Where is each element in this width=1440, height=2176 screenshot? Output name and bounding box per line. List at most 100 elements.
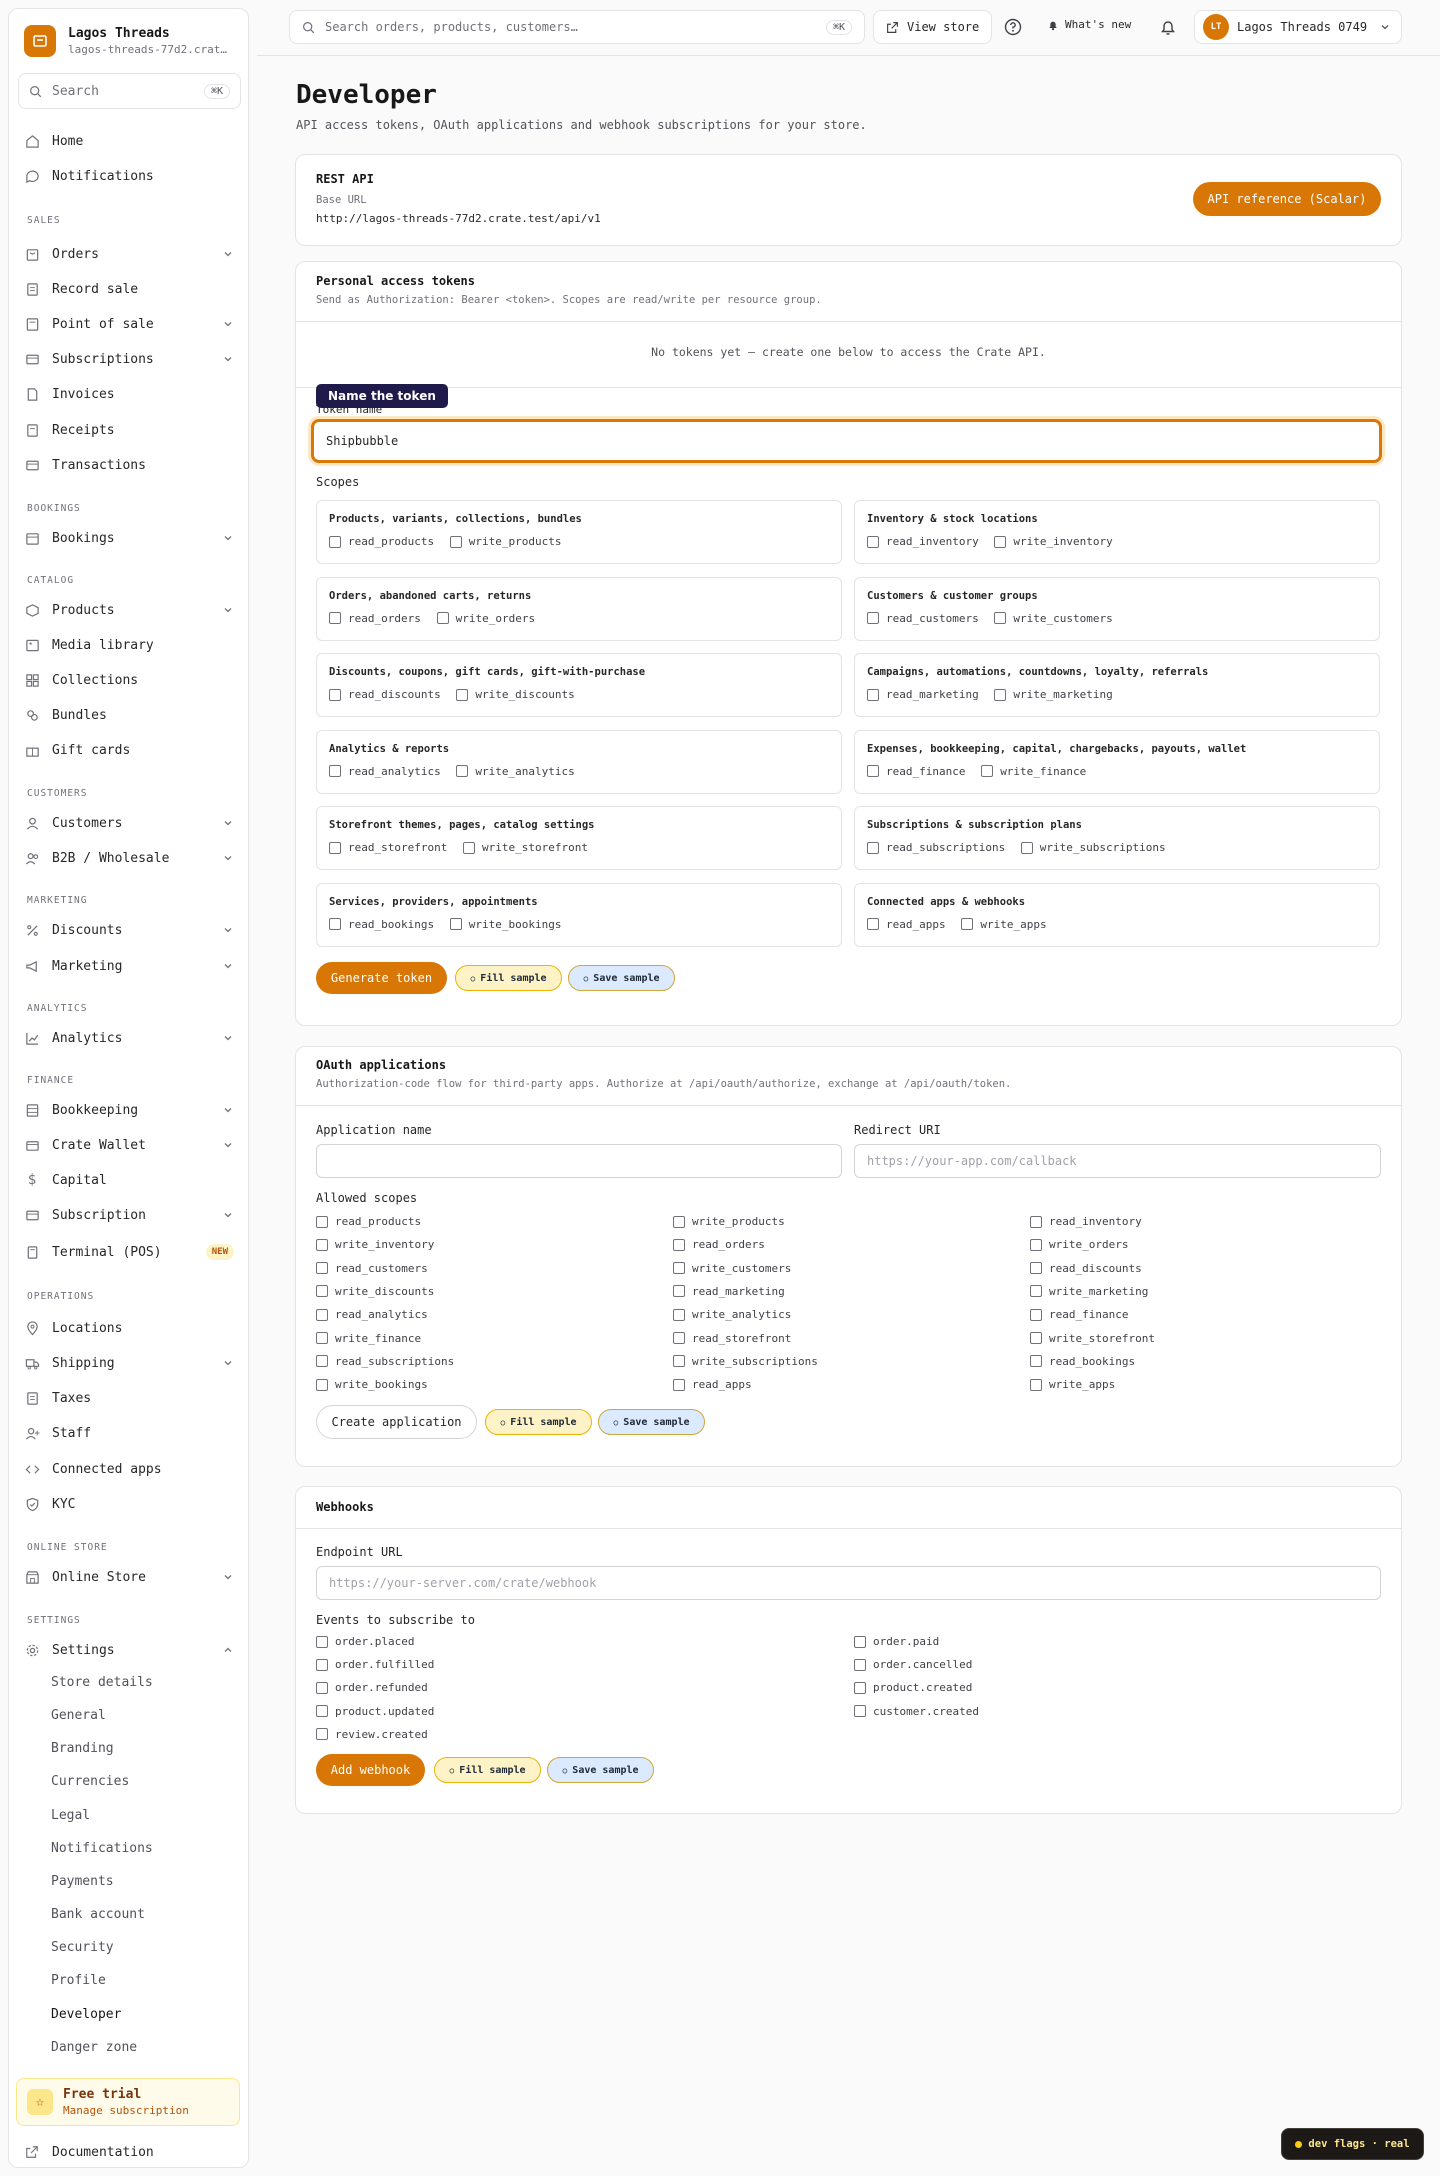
sidebar-item-analytics[interactable]: Analytics [24, 1024, 242, 1052]
checkbox[interactable] [1030, 1378, 1042, 1391]
dev-flags-pill[interactable]: dev flags · real [1281, 2128, 1424, 2160]
checkbox[interactable] [867, 688, 879, 701]
checkbox[interactable] [961, 918, 974, 930]
checkbox[interactable] [329, 688, 341, 701]
sidebar-item-settings[interactable]: Settings [24, 1636, 242, 1664]
sidebar-item-receipts[interactable]: Receipts [24, 416, 242, 444]
checkbox[interactable] [449, 535, 462, 548]
scope-checkbox-write[interactable]: write_subscriptions [1020, 841, 1166, 854]
scope-checkbox-write[interactable]: write_analytics [456, 765, 575, 778]
oauth-scope-checkbox[interactable]: read_inventory [1030, 1215, 1142, 1228]
sidebar-item-marketing[interactable]: Marketing [24, 952, 242, 980]
checkbox[interactable] [456, 765, 469, 777]
notifications-bell-icon[interactable] [1157, 16, 1179, 38]
webhook-event-checkbox[interactable]: order.fulfilled [316, 1658, 434, 1671]
webhook-event-checkbox[interactable]: order.placed [316, 1635, 414, 1648]
scope-checkbox-read[interactable]: read_analytics [329, 765, 441, 778]
checkbox[interactable] [673, 1285, 685, 1298]
sidebar-item-point-of-sale[interactable]: Point of sale [24, 310, 242, 338]
create-application-button[interactable]: Create application [316, 1405, 477, 1439]
sidebar-item-collections[interactable]: Collections [24, 666, 242, 694]
checkbox[interactable] [867, 612, 879, 624]
checkbox[interactable] [316, 1705, 328, 1718]
sidebar-item-crate-wallet[interactable]: Crate Wallet [24, 1131, 242, 1159]
checkbox[interactable] [456, 688, 469, 701]
scope-checkbox-write[interactable]: write_bookings [449, 918, 562, 931]
webhook-event-checkbox[interactable]: order.paid [854, 1635, 939, 1648]
redirect-uri-input[interactable]: https://your-app.com/callback [854, 1144, 1381, 1178]
sidebar-item-subscriptions[interactable]: Subscriptions [24, 345, 242, 373]
api-reference-button[interactable]: API reference (Scalar) [1193, 182, 1381, 216]
webhook-event-checkbox[interactable]: product.updated [316, 1705, 434, 1718]
scope-checkbox-read[interactable]: read_marketing [867, 688, 979, 701]
add-webhook-button[interactable]: Add webhook [316, 1754, 425, 1786]
checkbox[interactable] [436, 612, 449, 624]
generate-token-button[interactable]: Generate token [316, 962, 447, 994]
checkbox[interactable] [329, 841, 341, 854]
webhooks-fill-sample-button[interactable]: ○ Fill sample [434, 1757, 541, 1783]
checkbox[interactable] [329, 535, 341, 548]
oauth-scope-checkbox[interactable]: read_storefront [673, 1332, 791, 1345]
sidebar-item-terminal[interactable]: Terminal (POS) NEW [24, 1238, 242, 1266]
sidebar-item-media-library[interactable]: Media library [24, 631, 242, 659]
sidebar-item-subscription[interactable]: Subscription [24, 1201, 242, 1229]
checkbox[interactable] [981, 765, 994, 777]
scope-checkbox-read[interactable]: read_finance [867, 765, 965, 778]
settings-sub-notifications[interactable]: Notifications [51, 1841, 153, 1856]
oauth-scope-checkbox[interactable]: write_subscriptions [673, 1355, 818, 1368]
endpoint-url-input[interactable]: https://your-server.com/crate/webhook [316, 1566, 1381, 1600]
sidebar-item-documentation[interactable]: Documentation [24, 2138, 242, 2166]
scope-checkbox-write[interactable]: write_inventory [994, 535, 1113, 548]
oauth-scope-checkbox[interactable]: read_bookings [1030, 1355, 1135, 1368]
whats-new-button[interactable]: What's new [1047, 18, 1131, 31]
scope-checkbox-write[interactable]: write_orders [436, 612, 535, 625]
checkbox[interactable] [867, 841, 879, 854]
scope-checkbox-read[interactable]: read_apps [867, 918, 946, 931]
settings-sub-danger-zone[interactable]: Danger zone [51, 2040, 137, 2055]
tokens-fill-sample-button[interactable]: ○ Fill sample [455, 965, 562, 991]
checkbox[interactable] [994, 688, 1007, 701]
sidebar-item-customers[interactable]: Customers [24, 809, 242, 837]
checkbox[interactable] [316, 1355, 328, 1368]
oauth-scope-checkbox[interactable]: read_orders [673, 1238, 765, 1251]
oauth-scope-checkbox[interactable]: write_discounts [316, 1285, 434, 1298]
scope-checkbox-write[interactable]: write_products [449, 535, 562, 548]
oauth-scope-checkbox[interactable]: read_marketing [673, 1285, 785, 1298]
oauth-scope-checkbox[interactable]: read_products [316, 1215, 421, 1228]
settings-sub-developer[interactable]: Developer [51, 2007, 121, 2022]
manage-subscription-link[interactable]: Manage subscription [63, 2104, 189, 2117]
checkbox[interactable] [673, 1378, 685, 1391]
oauth-scope-checkbox[interactable]: write_customers [673, 1262, 791, 1275]
global-search-input[interactable]: Search orders, products, customers… ⌘K [289, 10, 865, 44]
scope-checkbox-read[interactable]: read_products [329, 535, 434, 548]
sidebar-item-products[interactable]: Products [24, 596, 242, 624]
checkbox[interactable] [329, 612, 341, 624]
tokens-save-sample-button[interactable]: ○ Save sample [568, 965, 675, 991]
checkbox[interactable] [673, 1355, 685, 1368]
sidebar-item-locations[interactable]: Locations [24, 1314, 242, 1342]
oauth-scope-checkbox[interactable]: read_subscriptions [316, 1355, 454, 1368]
oauth-scope-checkbox[interactable]: write_bookings [316, 1378, 428, 1391]
settings-sub-payments[interactable]: Payments [51, 1874, 114, 1889]
oauth-scope-checkbox[interactable]: read_finance [1030, 1308, 1128, 1321]
checkbox[interactable] [316, 1215, 328, 1228]
oauth-scope-checkbox[interactable]: read_customers [316, 1262, 428, 1275]
checkbox[interactable] [316, 1658, 328, 1671]
sidebar-item-bookings[interactable]: Bookings [24, 524, 242, 552]
scope-checkbox-read[interactable]: read_discounts [329, 688, 441, 701]
checkbox[interactable] [867, 918, 879, 930]
oauth-scope-checkbox[interactable]: write_analytics [673, 1308, 791, 1321]
scope-checkbox-read[interactable]: read_subscriptions [867, 841, 1005, 854]
webhook-event-checkbox[interactable]: order.cancelled [854, 1658, 972, 1671]
sidebar-item-discounts[interactable]: Discounts [24, 916, 242, 944]
checkbox[interactable] [673, 1308, 685, 1321]
checkbox[interactable] [854, 1635, 866, 1648]
settings-sub-bank-account[interactable]: Bank account [51, 1907, 145, 1922]
token-name-input[interactable]: Shipbubble [311, 419, 1382, 463]
oauth-save-sample-button[interactable]: ○ Save sample [598, 1409, 705, 1435]
checkbox[interactable] [867, 535, 879, 548]
sidebar-item-kyc[interactable]: KYC [24, 1490, 242, 1518]
sidebar-item-b2b[interactable]: B2B / Wholesale [24, 844, 242, 872]
checkbox[interactable] [316, 1308, 328, 1321]
sidebar-item-shipping[interactable]: Shipping [24, 1349, 242, 1377]
